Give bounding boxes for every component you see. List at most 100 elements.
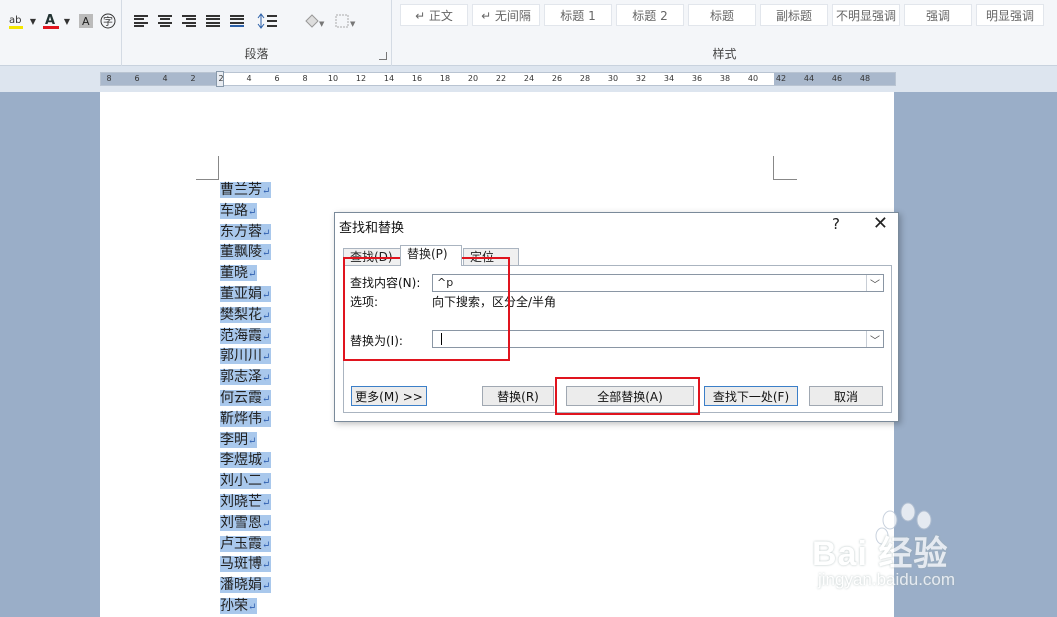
- list-item[interactable]: 曹兰芳↵: [220, 180, 340, 201]
- name-text: 董晓: [220, 265, 248, 282]
- justify-icon[interactable]: [204, 10, 222, 32]
- list-item[interactable]: 李煜城↵: [220, 450, 340, 471]
- list-item[interactable]: 潘晓娟↵: [220, 575, 340, 596]
- encircle-char-icon[interactable]: 字: [98, 10, 118, 32]
- style-gallery-item[interactable]: 标题 1: [544, 4, 612, 26]
- name-text: 刘雪恩: [220, 514, 262, 531]
- list-item[interactable]: 何云霞↵: [220, 388, 340, 409]
- paragraph-mark-icon: ↵: [262, 539, 271, 551]
- find-replace-dialog: 查找和替换 ? ✕ 查找(D) 替换(P) 定位(G) 查找内容(N): ^p …: [334, 212, 899, 422]
- ruler-tick-label: 22: [495, 74, 507, 83]
- svg-text:ab: ab: [9, 15, 21, 26]
- chevron-down-icon[interactable]: ▼: [62, 10, 72, 32]
- list-item[interactable]: 孙荣↵: [220, 596, 340, 617]
- chevron-down-icon[interactable]: ﹀: [866, 275, 883, 291]
- styles-group-label: 样式: [712, 47, 737, 61]
- crop-mark: [196, 156, 219, 180]
- style-gallery-item[interactable]: 副标题: [760, 4, 828, 26]
- ruler-area: 8 6 4 2 2 4 6 8 10 12 14 16 18 20 22 24 26 28 30 32 34 36 38 40…: [0, 66, 1057, 92]
- paragraph-mark-icon: ↵: [262, 581, 271, 593]
- name-text: 李明: [220, 431, 248, 448]
- style-gallery-item[interactable]: ↵ 正文: [400, 4, 468, 26]
- char-shading-icon[interactable]: A: [76, 10, 96, 32]
- list-item[interactable]: 范海霞↵: [220, 326, 340, 347]
- list-item[interactable]: 刘晓芒↵: [220, 492, 340, 513]
- style-gallery-item[interactable]: ↵ 无间隔: [472, 4, 540, 26]
- paragraph-mark-icon: ↵: [248, 269, 257, 281]
- paragraph-dialog-launcher[interactable]: [379, 52, 387, 60]
- help-button[interactable]: ?: [832, 215, 840, 233]
- svg-text:A: A: [82, 15, 90, 28]
- list-item[interactable]: 董晓↵: [220, 263, 340, 284]
- ruler-tick-label: 2: [190, 74, 196, 83]
- name-text: 卢玉霞: [220, 535, 262, 552]
- tab-replace[interactable]: 替换(P): [400, 245, 462, 266]
- ruler-tick-label: 14: [383, 74, 395, 83]
- list-item[interactable]: 董飘陵↵: [220, 242, 340, 263]
- style-gallery-item[interactable]: 不明显强调: [832, 4, 900, 26]
- list-item[interactable]: 刘雪恩↵: [220, 513, 340, 534]
- name-text: 刘晓芒: [220, 493, 262, 510]
- close-icon[interactable]: ✕: [873, 213, 888, 234]
- paragraph-group: ▼ ▼ 段落: [122, 0, 392, 66]
- list-item[interactable]: 车路↵: [220, 201, 340, 222]
- list-item[interactable]: 郭川川↵: [220, 346, 340, 367]
- name-text: 靳烨伟: [220, 410, 262, 427]
- align-left-icon[interactable]: [132, 10, 150, 32]
- chevron-down-icon[interactable]: ﹀: [866, 331, 883, 347]
- list-item[interactable]: 卢玉霞↵: [220, 534, 340, 555]
- ruler-tick-label: 32: [635, 74, 647, 83]
- list-item[interactable]: 靳烨伟↵: [220, 409, 340, 430]
- list-item[interactable]: 董亚娟↵: [220, 284, 340, 305]
- find-next-button[interactable]: 查找下一处(F): [704, 386, 798, 406]
- style-gallery-item[interactable]: 强调: [904, 4, 972, 26]
- list-item[interactable]: 马斑博↵: [220, 554, 340, 575]
- watermark-url: jingyan.baidu.com: [818, 570, 956, 589]
- horizontal-ruler[interactable]: 8 6 4 2 2 4 6 8 10 12 14 16 18 20 22 24 26 28 30 32 34 36 38 40…: [100, 71, 896, 87]
- paragraph-mark-icon: ↵: [262, 560, 271, 572]
- align-center-icon[interactable]: [156, 10, 174, 32]
- paragraph-mark-icon: ↵: [262, 248, 271, 260]
- chevron-down-icon[interactable]: ▼: [28, 10, 38, 32]
- ruler-tick-label: 18: [439, 74, 451, 83]
- line-spacing-icon[interactable]: [256, 10, 282, 32]
- paragraph-mark-icon: ↵: [248, 206, 257, 218]
- align-right-icon[interactable]: [180, 10, 198, 32]
- name-text: 李煜城: [220, 452, 262, 469]
- cancel-button[interactable]: 取消: [809, 386, 883, 406]
- name-text: 东方蓉: [220, 223, 262, 240]
- dialog-title: 查找和替换: [339, 221, 405, 236]
- svg-text:▼: ▼: [319, 20, 325, 28]
- list-item[interactable]: 东方蓉↵: [220, 222, 340, 243]
- crop-mark: [773, 156, 797, 180]
- style-gallery-item[interactable]: 标题: [688, 4, 756, 26]
- font-color-icon[interactable]: A: [40, 10, 62, 32]
- distributed-icon[interactable]: [228, 10, 246, 32]
- ruler-tick-label: 2: [218, 74, 224, 83]
- baidu-jingyan-watermark: Bai 经验 jingyan.baidu.com: [812, 500, 1012, 600]
- name-text: 董亚娟: [220, 285, 262, 302]
- name-text: 董飘陵: [220, 244, 262, 261]
- style-gallery-item[interactable]: 明显强调: [976, 4, 1044, 26]
- name-list[interactable]: 曹兰芳↵ 车路↵ 东方蓉↵ 董飘陵↵ 董晓↵ 董亚娟↵ 樊梨花↵ 范海霞↵ 郭川川↵ 郭志泽↵ 何云…: [220, 180, 340, 617]
- svg-text:▼: ▼: [350, 20, 356, 28]
- list-item[interactable]: 樊梨花↵: [220, 305, 340, 326]
- list-item[interactable]: 郭志泽↵: [220, 367, 340, 388]
- paragraph-mark-icon: ↵: [262, 352, 271, 364]
- replace-button[interactable]: 替换(R): [482, 386, 554, 406]
- name-text: 郭志泽: [220, 369, 262, 386]
- paragraph-mark-icon: ↵: [262, 289, 271, 301]
- paragraph-mark-icon: ↵: [262, 518, 271, 530]
- highlight-box-fields: [343, 257, 510, 361]
- more-button[interactable]: 更多(M) >>: [351, 386, 427, 406]
- highlight-icon[interactable]: ab: [6, 10, 28, 32]
- list-item[interactable]: 李明↵: [220, 430, 340, 451]
- borders-icon[interactable]: ▼: [332, 10, 358, 32]
- ruler-tick-label: 6: [274, 74, 280, 83]
- style-gallery-item[interactable]: 标题 2: [616, 4, 684, 26]
- list-item[interactable]: 刘小二↵: [220, 471, 340, 492]
- shading-icon[interactable]: ▼: [300, 10, 326, 32]
- svg-text:字: 字: [103, 15, 113, 28]
- paragraph-mark-icon: ↵: [262, 310, 271, 322]
- ruler-tick-label: 4: [246, 74, 252, 83]
